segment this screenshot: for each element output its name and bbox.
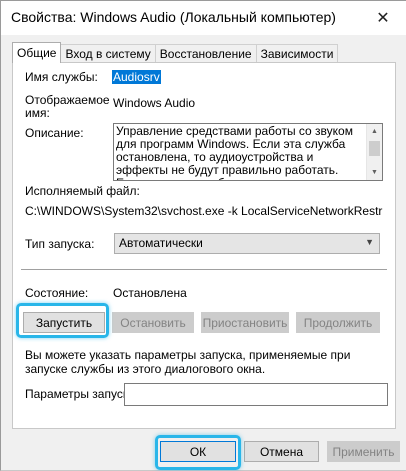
chevron-down-icon: ▼ — [365, 237, 374, 247]
start-button[interactable]: Запустить — [23, 312, 105, 333]
close-icon: ✕ — [376, 10, 390, 27]
display-name-label: Отображаемое имя: — [25, 93, 110, 120]
window-title: Свойства: Windows Audio (Локальный компь… — [11, 9, 336, 25]
stop-button[interactable]: Остановить — [112, 312, 194, 333]
tab-strip: Общие Вход в систему Восстановление Зави… — [12, 42, 339, 63]
description-label: Описание: — [25, 126, 84, 140]
start-params-hint: Вы можете указать параметры запуска, при… — [25, 348, 351, 376]
start-params-label: Параметры запуска: — [25, 387, 139, 401]
resume-button[interactable]: Продолжить — [296, 312, 380, 333]
close-button[interactable]: ✕ — [360, 1, 406, 35]
description-box[interactable]: Управление средствами работы со звуком д… — [113, 123, 383, 181]
display-name-value[interactable]: Windows Audio — [113, 96, 195, 110]
tab-general[interactable]: Общие — [12, 42, 62, 63]
apply-button[interactable]: Применить — [327, 441, 400, 462]
description-text: Управление средствами работы со звуком д… — [116, 124, 353, 181]
tab-recovery[interactable]: Восстановление — [154, 44, 257, 63]
title-bar[interactable]: Свойства: Windows Audio (Локальный компь… — [1, 1, 406, 35]
service-name-value[interactable]: Audiosrv — [112, 70, 161, 84]
cancel-button[interactable]: Отмена — [244, 441, 319, 462]
executable-path[interactable]: C:\WINDOWS\System32\svchost.exe -k Local… — [25, 204, 383, 218]
startup-type-dropdown[interactable]: Автоматически ▼ — [114, 233, 380, 254]
description-scrollbar[interactable]: ▲ ▼ — [366, 124, 382, 180]
service-properties-dialog: Свойства: Windows Audio (Локальный компь… — [0, 0, 406, 471]
startup-type-value: Автоматически — [119, 236, 203, 250]
startup-type-label: Тип запуска: — [25, 237, 95, 251]
status-value: Остановлена — [113, 286, 187, 300]
executable-path-box: C:\WINDOWS\System32\svchost.exe -k Local… — [25, 204, 383, 218]
ok-button[interactable]: ОК — [160, 441, 236, 462]
pause-button[interactable]: Приостановить — [201, 312, 289, 333]
status-label: Состояние: — [25, 286, 89, 300]
scroll-down-icon[interactable]: ▼ — [367, 165, 382, 180]
tab-logon[interactable]: Вход в систему — [60, 44, 156, 63]
separator — [21, 269, 387, 271]
service-name-label: Имя службы: — [25, 70, 98, 84]
tab-dependencies[interactable]: Зависимости — [255, 44, 339, 63]
start-params-input[interactable] — [124, 383, 388, 406]
executable-label: Исполняемый файл: — [25, 184, 140, 198]
scroll-thumb[interactable] — [369, 141, 380, 156]
general-tab-panel: Имя службы: Audiosrv Отображаемое имя: W… — [12, 62, 396, 429]
scroll-up-icon[interactable]: ▲ — [367, 124, 382, 139]
